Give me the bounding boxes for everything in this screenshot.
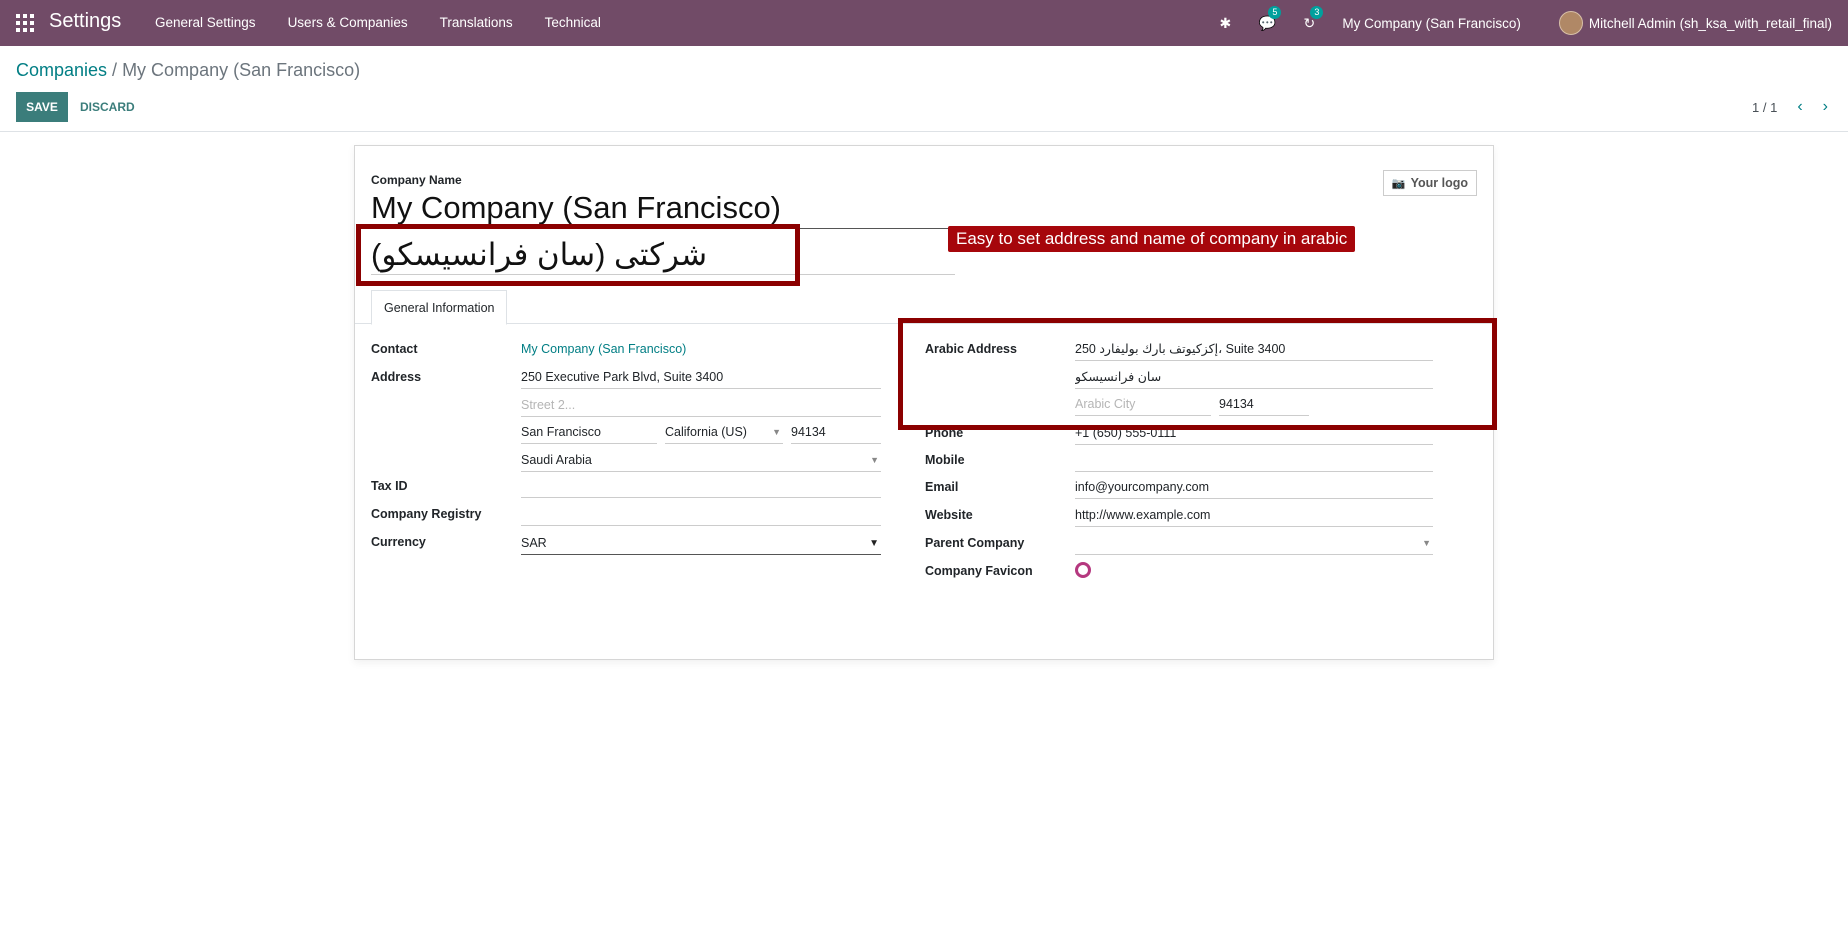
city-input[interactable]: San Francisco [521, 423, 657, 444]
company-name-label: Company Name [371, 173, 462, 187]
arabic-address-highlight-box [898, 318, 1497, 430]
pager: 1 / 1 ‹ › [1752, 98, 1828, 116]
tax-id-label: Tax ID [371, 479, 408, 493]
mobile-label: Mobile [925, 453, 965, 467]
camera-icon: 📷 [1391, 177, 1406, 190]
breadcrumb-separator: / [107, 60, 123, 80]
systray: ✱ 💬 5 ↻ 3 My Company (San Francisco) Mitch… [1216, 0, 1848, 46]
parent-company-select[interactable]: ▼ [1075, 534, 1433, 555]
country-value: Saudi Arabia [521, 453, 592, 467]
chevron-down-icon: ▼ [869, 538, 879, 549]
bug-icon[interactable]: ✱ [1216, 14, 1234, 32]
app-title[interactable]: Settings [49, 10, 121, 33]
favicon-upload-icon[interactable] [1075, 562, 1091, 578]
chevron-down-icon: ▼ [772, 427, 781, 437]
pager-next-icon[interactable]: › [1823, 98, 1828, 116]
user-menu[interactable]: Mitchell Admin (sh_ksa_with_retail_final… [1589, 16, 1832, 31]
chevron-down-icon: ▼ [870, 455, 879, 465]
company-registry-label: Company Registry [371, 507, 482, 521]
breadcrumb-companies[interactable]: Companies [16, 60, 107, 80]
company-favicon-label: Company Favicon [925, 564, 1033, 578]
activity-clock-icon[interactable]: ↻ 3 [1300, 6, 1324, 32]
logo-label: Your logo [1410, 176, 1468, 190]
chat-icon[interactable]: 💬 5 [1258, 6, 1282, 32]
chat-badge: 5 [1268, 6, 1282, 19]
email-input[interactable]: info@yourcompany.com [1075, 478, 1433, 499]
arabic-name-highlight-box [356, 224, 800, 286]
website-input[interactable]: http://www.example.com [1075, 506, 1433, 527]
zip-input[interactable]: 94134 [791, 423, 881, 444]
control-panel: Companies / My Company (San Francisco) S… [0, 46, 1848, 132]
street2-input[interactable]: Street 2... [521, 396, 881, 417]
contact-link[interactable]: My Company (San Francisco) [521, 340, 881, 361]
company-registry-input[interactable] [521, 505, 881, 526]
chevron-down-icon: ▼ [1422, 538, 1431, 548]
street-input[interactable]: 250 Executive Park Blvd, Suite 3400 [521, 368, 881, 389]
state-select[interactable]: California (US) ▼ [665, 423, 783, 444]
top-navbar: Settings General Settings Users & Compan… [0, 0, 1848, 46]
menu-translations[interactable]: Translations [440, 15, 513, 30]
currency-value: SAR [521, 536, 547, 550]
annotation-callout: Easy to set address and name of company … [948, 226, 1356, 252]
tab-general-information[interactable]: General Information [371, 290, 508, 325]
main-menu: General Settings Users & Companies Trans… [155, 15, 633, 30]
country-select[interactable]: Saudi Arabia ▼ [521, 451, 881, 472]
currency-label: Currency [371, 535, 426, 549]
state-value: California (US) [665, 425, 747, 439]
email-label: Email [925, 480, 959, 494]
pager-value[interactable]: 1 / 1 [1752, 100, 1777, 115]
menu-technical[interactable]: Technical [545, 15, 601, 30]
pager-previous-icon[interactable]: ‹ [1797, 98, 1802, 116]
logo-upload-button[interactable]: 📷 Your logo [1382, 170, 1477, 196]
address-label: Address [371, 370, 422, 384]
contact-label: Contact [371, 342, 418, 356]
breadcrumb-current: My Company (San Francisco) [122, 60, 361, 80]
menu-users-companies[interactable]: Users & Companies [288, 15, 408, 30]
breadcrumb: Companies / My Company (San Francisco) [16, 60, 360, 81]
parent-company-label: Parent Company [925, 536, 1025, 550]
mobile-input[interactable] [1075, 451, 1433, 472]
save-button[interactable]: SAVE [16, 92, 68, 122]
currency-select[interactable]: SAR ▼ [521, 534, 881, 555]
activity-badge: 3 [1310, 6, 1324, 19]
company-switcher[interactable]: My Company (San Francisco) [1342, 16, 1521, 31]
menu-general-settings[interactable]: General Settings [155, 15, 256, 30]
company-name-input[interactable]: My Company (San Francisco) [371, 190, 781, 226]
website-label: Website [925, 508, 973, 522]
apps-menu-icon[interactable] [16, 14, 34, 32]
discard-button[interactable]: DISCARD [80, 92, 135, 122]
user-avatar[interactable] [1558, 11, 1583, 35]
tax-id-input[interactable] [521, 477, 881, 498]
